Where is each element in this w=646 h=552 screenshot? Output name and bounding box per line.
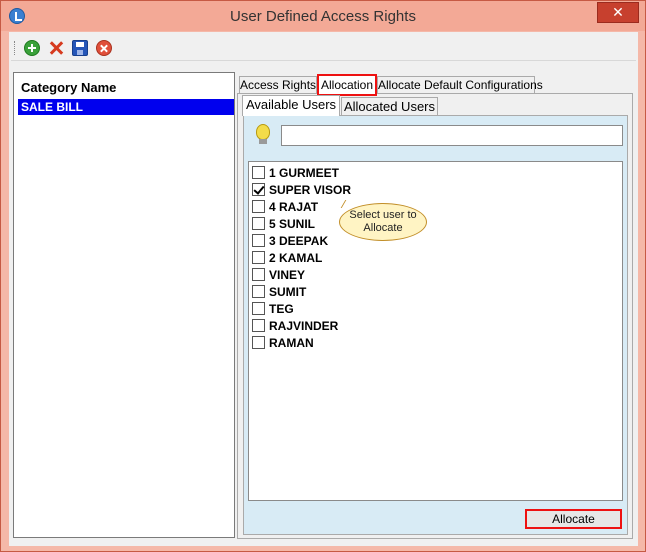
user-checkbox[interactable] <box>252 183 265 196</box>
user-checkbox[interactable] <box>252 217 265 230</box>
search-input[interactable] <box>281 125 623 146</box>
user-name: VINEY <box>269 268 306 282</box>
user-checkbox[interactable] <box>252 336 265 349</box>
search-icon-base <box>259 139 267 144</box>
user-checkbox[interactable] <box>252 302 265 315</box>
user-name: 3 DEEPAK <box>269 234 329 248</box>
allocate-tooltip: Select user to Allocate <box>339 203 427 241</box>
category-item[interactable]: SALE BILL <box>18 99 234 115</box>
search-icon[interactable] <box>254 124 272 146</box>
list-item[interactable]: SUPER VISOR <box>252 182 351 199</box>
close-button[interactable]: ✕ <box>597 2 639 23</box>
client-area: Category Name SALE BILL Access Rights Al… <box>9 32 638 546</box>
user-checkbox[interactable] <box>252 251 265 264</box>
list-item[interactable]: 2 KAMAL <box>252 250 322 267</box>
list-item[interactable]: SUMIT <box>252 284 306 301</box>
user-name: 1 GURMEET <box>269 166 340 180</box>
add-icon[interactable] <box>24 40 40 56</box>
tab-access-rights[interactable]: Access Rights <box>239 76 317 94</box>
category-header: Category Name <box>21 80 117 95</box>
list-item[interactable]: RAJVINDER <box>252 318 338 335</box>
user-name: RAMAN <box>269 336 314 350</box>
window-title: User Defined Access Rights <box>230 8 416 25</box>
list-item[interactable]: RAMAN <box>252 335 314 352</box>
delete-icon[interactable] <box>48 40 64 56</box>
save-icon[interactable] <box>72 40 88 56</box>
available-users-panel: 1 GURMEET SUPER VISOR 4 RAJAT 5 SUNIL 3 … <box>243 115 628 535</box>
category-panel: Category Name SALE BILL <box>13 72 235 538</box>
toolbar-grip[interactable] <box>14 41 17 55</box>
user-checkbox[interactable] <box>252 319 265 332</box>
list-item[interactable]: 4 RAJAT <box>252 199 318 216</box>
user-name: TEG <box>269 302 294 316</box>
user-checkbox[interactable] <box>252 285 265 298</box>
list-item[interactable]: 5 SUNIL <box>252 216 315 233</box>
allocation-panel: Available Users Allocated Users 1 GURMEE… <box>237 93 633 539</box>
user-name: 4 RAJAT <box>269 200 319 214</box>
subtab-available-users[interactable]: Available Users <box>242 95 340 116</box>
user-checkbox[interactable] <box>252 234 265 247</box>
user-name: SUPER VISOR <box>269 183 352 197</box>
list-item[interactable]: VINEY <box>252 267 305 284</box>
allocate-button[interactable]: Allocate <box>525 509 622 529</box>
user-checkbox[interactable] <box>252 166 265 179</box>
user-name: RAJVINDER <box>269 319 339 333</box>
subtab-allocated-users[interactable]: Allocated Users <box>341 97 438 115</box>
toolbar <box>11 35 636 61</box>
window: User Defined Access Rights ✕ Category Na… <box>0 0 646 552</box>
list-item[interactable]: TEG <box>252 301 294 318</box>
search-icon-bulb <box>256 124 270 140</box>
list-item[interactable]: 1 GURMEET <box>252 165 339 182</box>
title-bar[interactable]: User Defined Access Rights ✕ <box>1 1 645 31</box>
user-name: 5 SUNIL <box>269 217 316 231</box>
tab-allocate-default-configurations[interactable]: Allocate Default Configurations <box>377 76 543 94</box>
user-checkbox[interactable] <box>252 268 265 281</box>
user-checkbox[interactable] <box>252 200 265 213</box>
cancel-icon[interactable] <box>96 40 112 56</box>
list-item[interactable]: 3 DEEPAK <box>252 233 328 250</box>
user-list: 1 GURMEET SUPER VISOR 4 RAJAT 5 SUNIL 3 … <box>248 161 623 501</box>
user-name: SUMIT <box>269 285 307 299</box>
tab-allocation[interactable]: Allocation <box>317 74 377 96</box>
user-name: 2 KAMAL <box>269 251 323 265</box>
